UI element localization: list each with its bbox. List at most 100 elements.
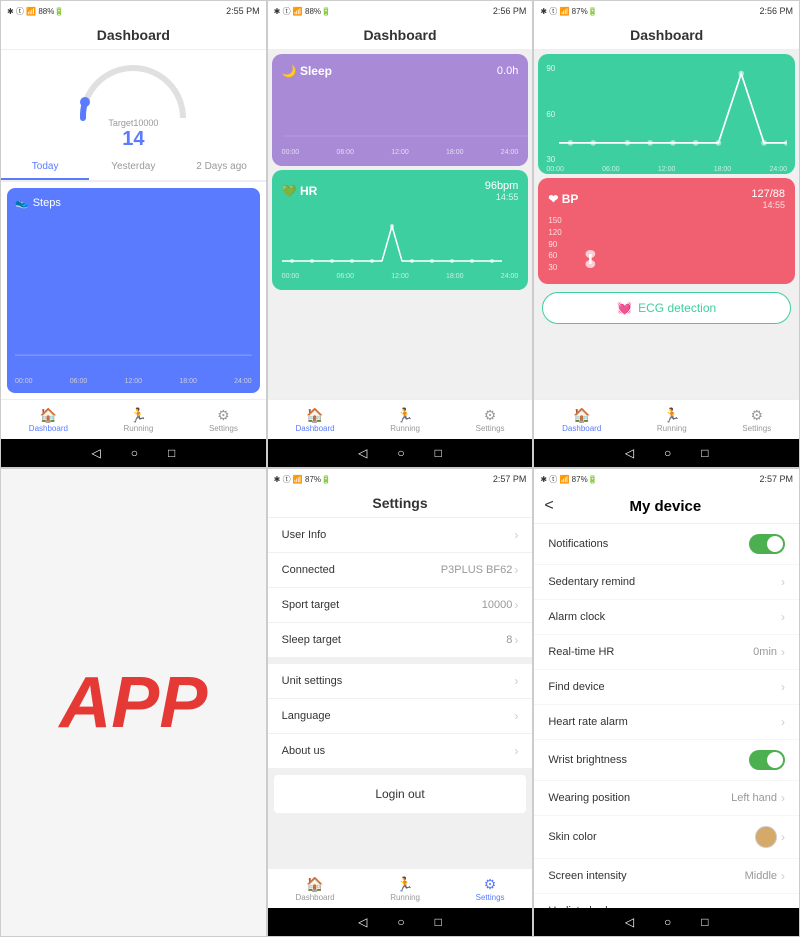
settings-row-aboutus[interactable]: About us › — [268, 734, 533, 769]
nav-dashboard-2[interactable]: 🏠 Dashboard — [295, 407, 334, 433]
status-left-5: ✱ ⓣ 📶 87%🔋 — [540, 474, 597, 485]
bottom-nav-1: 🏠 Dashboard 🏃 Running ⚙ Settings — [1, 399, 266, 439]
device-row-wrist-brightness[interactable]: Wrist brightness — [534, 740, 799, 781]
home-btn-5[interactable]: ○ — [664, 915, 671, 929]
sedentary-label: Sedentary remind — [548, 576, 635, 588]
recent-btn-1[interactable]: □ — [168, 446, 175, 460]
back-btn-1[interactable]: ◁ — [91, 446, 100, 460]
mydevice-header: < My device — [534, 489, 799, 524]
skin-color-label: Skin color — [548, 831, 596, 843]
settings-row-sleep[interactable]: Sleep target 8 › — [268, 623, 533, 658]
app-text: APP — [59, 662, 207, 744]
android-nav-2: ◁ ○ □ — [268, 439, 533, 467]
settings-row-sport[interactable]: Sport target 10000 › — [268, 588, 533, 623]
app-label-panel: APP — [0, 468, 267, 937]
sleep-chart — [282, 82, 533, 142]
wearing-position-chevron: › — [781, 791, 785, 805]
device-row-realtime-hr[interactable]: Real-time HR 0min › — [534, 635, 799, 670]
recent-btn-2[interactable]: □ — [435, 446, 442, 460]
status-left-3: ✱ ⓣ 📶 87%🔋 — [540, 6, 597, 17]
android-nav-1: ◁ ○ □ — [1, 439, 266, 467]
settings-icon-3: ⚙ — [750, 407, 763, 424]
bp-line-chart — [566, 214, 785, 274]
device-row-skin-color[interactable]: Skin color › — [534, 816, 799, 859]
nav-dashboard-1[interactable]: 🏠 Dashboard — [29, 407, 68, 433]
back-btn-5[interactable]: ◁ — [625, 915, 634, 929]
hr-icon: 💚 — [282, 184, 297, 198]
nav-settings-1[interactable]: ⚙ Settings — [209, 407, 238, 433]
bp-trend-chart — [559, 62, 787, 166]
nav-dashboard-4[interactable]: 🏠 Dashboard — [295, 876, 334, 902]
status-left-4: ✱ ⓣ 📶 87%🔋 — [274, 474, 331, 485]
device-row-alarm[interactable]: Alarm clock › — [534, 600, 799, 635]
nav-running-2[interactable]: 🏃 Running — [390, 407, 420, 433]
units-chevron: › — [514, 674, 518, 688]
device-row-wearing-position[interactable]: Wearing position Left hand › — [534, 781, 799, 816]
settings-row-language[interactable]: Language › — [268, 699, 533, 734]
notifications-toggle[interactable] — [749, 534, 785, 554]
userinfo-label: User Info — [282, 529, 327, 541]
bp-chart-x-labels: 00:0006:0012:0018:0024:00 — [546, 166, 787, 173]
units-label: Unit settings — [282, 675, 343, 687]
home-btn-2[interactable]: ○ — [397, 446, 404, 460]
connected-value: P3PLUS BF62 — [441, 564, 513, 576]
realtime-hr-chevron: › — [781, 645, 785, 659]
step-count: 14 — [122, 128, 144, 151]
wrist-brightness-toggle[interactable] — [749, 750, 785, 770]
device-row-notifications[interactable]: Notifications — [534, 524, 799, 565]
device-row-hr-alarm[interactable]: Heart rate alarm › — [534, 705, 799, 740]
settings-row-userinfo[interactable]: User Info › — [268, 518, 533, 553]
home-btn-1[interactable]: ○ — [131, 446, 138, 460]
home-btn-4[interactable]: ○ — [397, 915, 404, 929]
tab-2days[interactable]: 2 Days ago — [177, 155, 265, 180]
recent-btn-5[interactable]: □ — [701, 915, 708, 929]
running-icon-3: 🏃 — [663, 407, 680, 424]
back-btn-3[interactable]: ◁ — [625, 446, 634, 460]
settings-row-units[interactable]: Unit settings › — [268, 664, 533, 699]
device-row-sedentary[interactable]: Sedentary remind › — [534, 565, 799, 600]
nav-dashboard-3[interactable]: 🏠 Dashboard — [562, 407, 601, 433]
screen3-title: Dashboard — [534, 21, 799, 50]
device-section: Notifications Sedentary remind › Alarm c… — [534, 524, 799, 908]
nav-running-1[interactable]: 🏃 Running — [124, 407, 154, 433]
back-btn-2[interactable]: ◁ — [358, 446, 367, 460]
hr-card: 💚 HR 96bpm 14:55 — [272, 170, 529, 290]
screen-my-device: ✱ ⓣ 📶 87%🔋 2:57 PM < My device Notificat… — [533, 468, 800, 937]
nav-running-4[interactable]: 🏃 Running — [390, 876, 420, 902]
dashboard-icon-4: 🏠 — [306, 876, 323, 893]
home-btn-3[interactable]: ○ — [664, 446, 671, 460]
nav-settings-2[interactable]: ⚙ Settings — [476, 407, 505, 433]
tab-yesterday[interactable]: Yesterday — [89, 155, 177, 180]
userinfo-chevron: › — [514, 528, 518, 542]
language-label: Language — [282, 710, 331, 722]
logout-button[interactable]: Login out — [274, 775, 527, 813]
status-bar-3: ✱ ⓣ 📶 87%🔋 2:56 PM — [534, 1, 799, 21]
tab-today[interactable]: Today — [1, 155, 89, 180]
back-btn-4[interactable]: ◁ — [358, 915, 367, 929]
nav-settings-3[interactable]: ⚙ Settings — [742, 407, 771, 433]
bp-value: 127/88 — [751, 188, 785, 200]
recent-btn-3[interactable]: □ — [701, 446, 708, 460]
connected-chevron: › — [514, 563, 518, 577]
hr-chart — [282, 206, 502, 266]
screen2-title: Dashboard — [268, 21, 533, 50]
aboutus-label: About us — [282, 745, 325, 757]
device-row-undisturbed[interactable]: Undisturbed › — [534, 894, 799, 908]
nav-settings-4[interactable]: ⚙ Settings — [476, 876, 505, 902]
recent-btn-4[interactable]: □ — [435, 915, 442, 929]
hr-alarm-label: Heart rate alarm — [548, 716, 627, 728]
bp-card-title: ❤ BP — [548, 192, 578, 206]
sleep-card-title: 🌙 Sleep — [282, 64, 332, 78]
device-row-find-device[interactable]: Find device › — [534, 670, 799, 705]
hr-alarm-chevron: › — [781, 715, 785, 729]
skin-color-swatch[interactable] — [755, 826, 777, 848]
mydevice-back-button[interactable]: < — [544, 497, 553, 515]
ecg-detection-button[interactable]: 💓 ECG detection — [542, 292, 791, 324]
steps-x-labels: 00:0006:0012:0018:0024:00 — [15, 378, 252, 385]
status-right-4: 2:57 PM — [493, 474, 527, 484]
device-row-screen-intensity[interactable]: Screen intensity Middle › — [534, 859, 799, 894]
nav-running-3[interactable]: 🏃 Running — [657, 407, 687, 433]
ecg-icon: 💓 — [617, 301, 632, 315]
settings-row-connected[interactable]: Connected P3PLUS BF62 › — [268, 553, 533, 588]
screen1-title: Dashboard — [1, 21, 266, 50]
